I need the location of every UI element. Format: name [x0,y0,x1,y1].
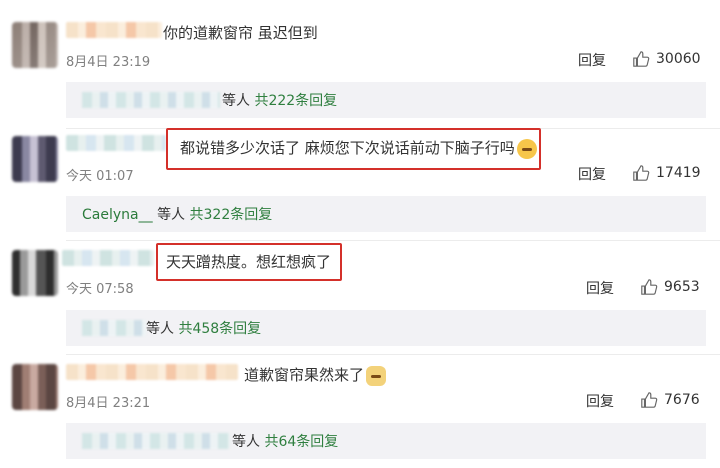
reply-suffix: 等人 [146,321,174,337]
thumbs-up-icon [641,392,658,408]
comment-time: 今天 01:07 [66,169,134,184]
reply-button[interactable]: 回复 [578,50,606,70]
avatar[interactable] [12,364,58,410]
comment-time: 8月4日 23:19 [66,55,151,70]
reply-info[interactable]: 等人 共458条回复 [146,318,261,338]
avatar[interactable] [12,250,58,296]
reply-count-link[interactable]: 共222条回复 [254,93,337,109]
avatar[interactable] [12,22,58,68]
like-count: 7676 [664,392,700,408]
thumbs-up-icon [633,51,650,67]
reply-count-link[interactable]: 共458条回复 [178,321,261,337]
reply-suffix: 等人 [232,434,260,450]
comment-time: 8月4日 23:21 [66,396,151,411]
reply-summary-bar[interactable]: 等人 共458条回复 [66,310,706,346]
reply-info[interactable]: Caelyna__ 等人 共322条回复 [82,204,272,224]
reply-suffix: 等人 [157,207,186,223]
reply-button[interactable]: 回复 [586,278,614,298]
like-button[interactable]: 30060 [632,50,701,68]
username-blurred[interactable] [62,250,154,266]
comment-text: 你的道歉窗帘 虽迟但到 [163,24,318,42]
like-count: 17419 [656,165,701,181]
username-blurred[interactable] [66,22,162,38]
reply-users-blurred [82,320,146,336]
reply-users-blurred [82,433,230,449]
comment-text: 天天蹭热度。想红想疯了 [166,253,332,271]
comment-text: 都说错多少次话了 麻烦您下次说话前动下脑子行吗 [180,137,537,159]
comment-text: 道歉窗帘果然来了 [244,364,387,386]
username-blurred[interactable] [66,364,238,380]
reply-button[interactable]: 回复 [578,164,606,184]
username-blurred[interactable] [66,135,166,151]
reply-summary-bar[interactable]: Caelyna__ 等人 共322条回复 [66,196,706,232]
reply-users-blurred [82,92,220,108]
reply-count-link[interactable]: 共322条回复 [190,207,273,223]
comment-text-content: 道歉窗帘果然来了 [244,366,365,384]
like-button[interactable]: 7676 [640,391,700,409]
comment-time: 今天 07:58 [66,282,134,297]
reply-summary-bar[interactable]: 等人 共222条回复 [66,82,706,118]
reply-button[interactable]: 回复 [586,391,614,411]
thumbs-up-icon [641,279,658,295]
avatar[interactable] [12,136,58,182]
reply-summary-bar[interactable]: 等人 共64条回复 [66,423,706,459]
reply-username-link[interactable]: Caelyna__ [82,207,153,223]
surprised-face-icon [516,138,537,159]
reply-info[interactable]: 等人 共64条回复 [232,431,338,451]
like-count: 9653 [664,279,700,295]
comment-text-content: 都说错多少次话了 麻烦您下次说话前动下脑子行吗 [180,139,515,157]
like-count: 30060 [656,51,701,67]
thumbs-up-icon [633,165,650,181]
reply-count-link[interactable]: 共64条回复 [264,434,338,450]
reply-info[interactable]: 等人 共222条回复 [222,90,337,110]
dog-face-icon [366,365,387,386]
like-button[interactable]: 9653 [640,278,700,296]
reply-suffix: 等人 [222,93,250,109]
like-button[interactable]: 17419 [632,164,701,182]
divider [66,354,720,355]
divider [66,240,720,241]
